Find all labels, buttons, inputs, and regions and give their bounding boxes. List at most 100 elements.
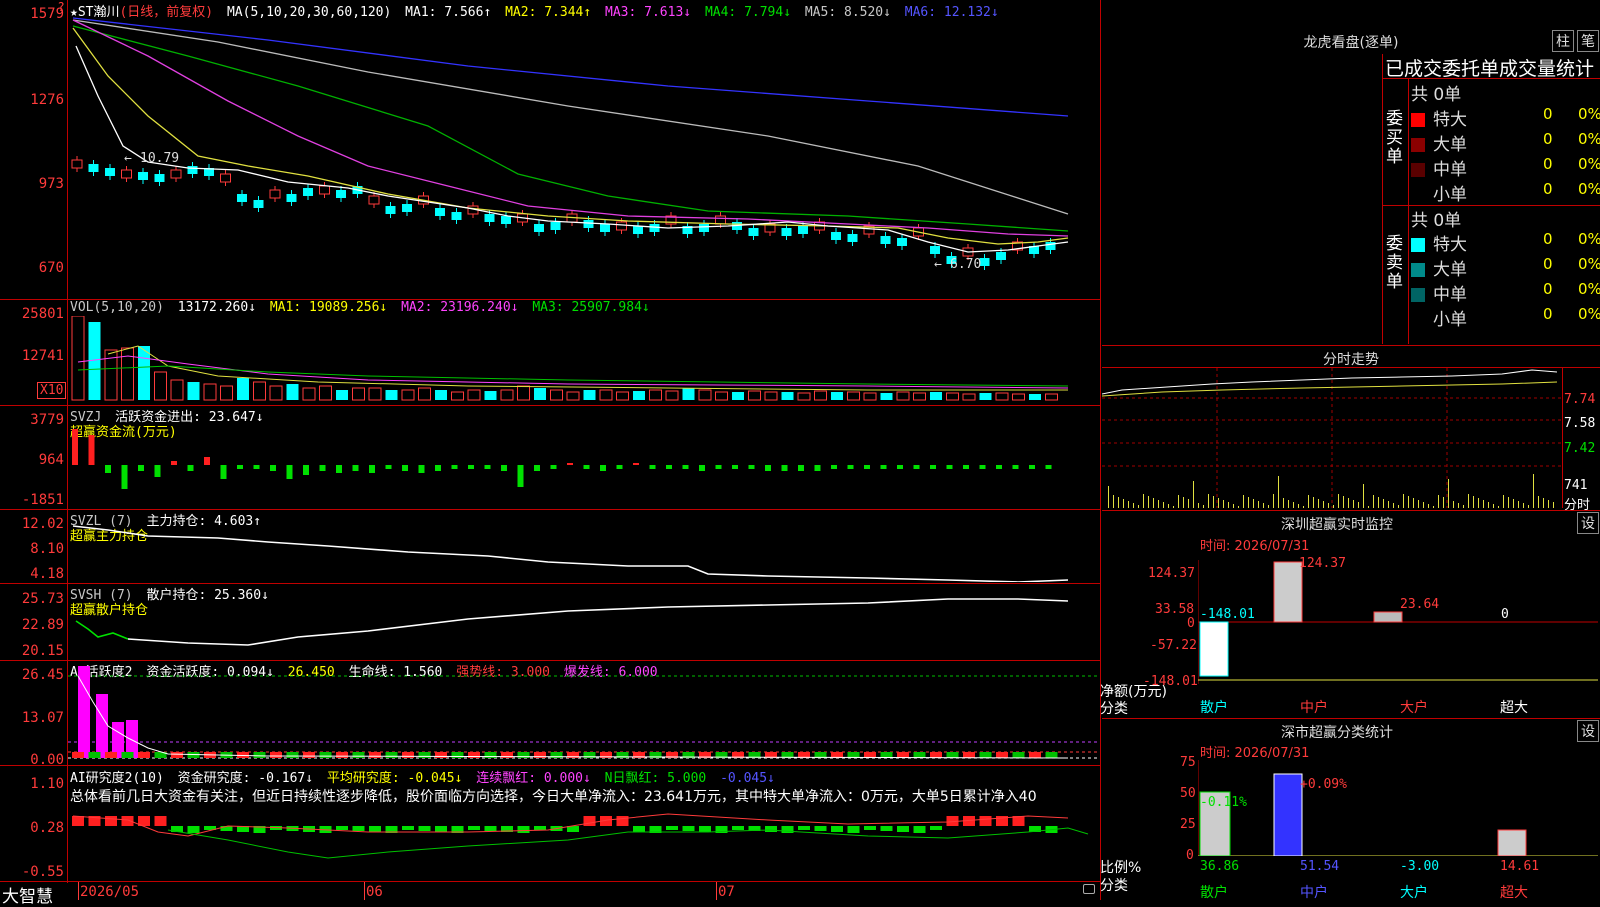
sz-class-ylabel: 比例%	[1100, 860, 1142, 876]
vol-axis-label: 12741	[21, 348, 64, 364]
intraday-vol-bar	[1158, 500, 1159, 508]
intraday-vol-bar	[1298, 504, 1299, 508]
flow-bar	[930, 465, 936, 469]
activity-bar	[996, 752, 1008, 758]
flow-bar	[352, 465, 359, 471]
sz-class-time: 时间: 2026/07/31	[1200, 746, 1310, 761]
sz-category: 大户	[1400, 700, 1428, 716]
row-count: 0	[1543, 230, 1553, 248]
sz-monitor-settings-button[interactable]: 设	[1577, 512, 1599, 534]
intraday-vol-bar	[1438, 495, 1439, 508]
sz-value-label: 23.64	[1400, 597, 1440, 612]
intraday-vol-bar	[1293, 502, 1294, 508]
volume-bar	[781, 392, 794, 400]
volume-bar	[880, 393, 893, 400]
svsh-chart[interactable]	[68, 585, 1100, 659]
sz-class-top-value: -0.11%	[1200, 795, 1247, 810]
ai-research-value: 资金研究度: -0.167↓	[177, 771, 314, 786]
brand-logo[interactable]: 大智慧	[2, 882, 53, 907]
sz-value-label: 0	[1501, 607, 1509, 622]
row-pct: 0%	[1578, 305, 1600, 323]
intraday-vol-bar	[1133, 503, 1134, 508]
row-pct: 0%	[1578, 130, 1600, 148]
sz-monitor-chart[interactable]	[1198, 560, 1598, 684]
sz-class-settings-button[interactable]: 设	[1577, 720, 1599, 742]
intraday-vol-bar	[1518, 501, 1519, 508]
svzl-axis-label: 12.02	[21, 516, 64, 532]
vol-multiplier: X10	[37, 382, 67, 399]
volume-bar	[269, 385, 283, 401]
tick-view-button[interactable]: 笔	[1577, 30, 1599, 52]
svg-text:←: ←	[124, 151, 132, 166]
flow-bar	[649, 465, 656, 469]
ai-research-chart[interactable]	[68, 806, 1100, 880]
flow-bar	[880, 465, 887, 469]
intraday-vol-bar	[1533, 474, 1534, 508]
price-axis-label: 1579	[30, 6, 64, 22]
buy-total: 共 0单	[1411, 85, 1462, 105]
research-bar	[847, 826, 860, 833]
svzj-chart[interactable]	[68, 425, 1100, 505]
intraday-vol-bar	[1253, 499, 1254, 508]
row-name: 特大	[1433, 110, 1467, 130]
svzl-chart[interactable]	[68, 510, 1100, 582]
row-pct: 0%	[1578, 280, 1600, 298]
activity-bar	[253, 752, 266, 758]
intraday-vol-bar	[1418, 500, 1419, 508]
volume-chart[interactable]	[68, 316, 1100, 404]
flow-bar	[567, 463, 573, 465]
intraday-title: 分时走势	[1323, 352, 1379, 368]
lock-icon[interactable]	[1083, 884, 1095, 894]
candle	[71, 159, 83, 169]
flow-bar	[732, 465, 738, 469]
activity-bar	[979, 752, 992, 758]
sz-monitor-axis: 124.37	[1148, 566, 1195, 581]
flow-bar	[682, 465, 689, 469]
sz-class-chart[interactable]	[1198, 760, 1598, 856]
intraday-vol-bar	[1208, 494, 1209, 508]
research-bar	[913, 826, 926, 833]
ma2-line	[72, 27, 1069, 245]
volume-bar	[253, 381, 266, 401]
volume-bar	[962, 393, 976, 401]
flow-bar	[765, 465, 771, 471]
intraday-vol-bar	[1423, 502, 1424, 508]
ai-active-chart[interactable]	[68, 662, 1100, 764]
candle	[831, 232, 841, 240]
class-bar	[1273, 773, 1303, 856]
intraday-vol-bar	[1368, 506, 1369, 508]
flow-bar	[451, 465, 458, 469]
flow-bar	[534, 465, 540, 471]
intraday-vol-bar	[1268, 505, 1269, 508]
activity-bar	[303, 752, 315, 758]
research-bar	[666, 826, 678, 830]
volume-bar	[336, 390, 348, 400]
volume-bar	[913, 392, 926, 401]
sz-class-axis: 0	[1186, 848, 1194, 863]
row-count: 0	[1543, 255, 1553, 273]
longhu-title: 龙虎看盘(逐单)	[1303, 35, 1399, 51]
intraday-chart[interactable]	[1102, 368, 1562, 508]
flow-bar	[187, 465, 194, 471]
volume-bar	[187, 382, 200, 400]
activity-bar	[418, 752, 431, 758]
volume-bar	[71, 316, 85, 401]
research-bar	[897, 826, 909, 832]
intraday-vol-bar	[1163, 502, 1164, 508]
intraday-vol-bar	[1393, 503, 1394, 508]
sz-class-axis: 25	[1180, 817, 1196, 832]
bar-view-button[interactable]: 柱	[1552, 30, 1574, 52]
sz-class-category: 散户	[1200, 885, 1228, 901]
volume-bar	[946, 392, 959, 401]
intraday-vol-bar	[1313, 497, 1314, 508]
candlestick-chart[interactable]: ← 10.79 ← 6.70	[68, 16, 1100, 298]
intraday-vol-bar	[1203, 505, 1204, 508]
research-bar	[72, 816, 84, 826]
ai-research-axis-label: 0.28	[30, 820, 64, 836]
research-bar	[402, 826, 414, 830]
candle	[798, 226, 808, 234]
flow-bar	[963, 465, 969, 469]
intraday-vol-bar	[1213, 496, 1214, 508]
research-bar	[930, 826, 942, 830]
activity-bar	[138, 752, 150, 758]
